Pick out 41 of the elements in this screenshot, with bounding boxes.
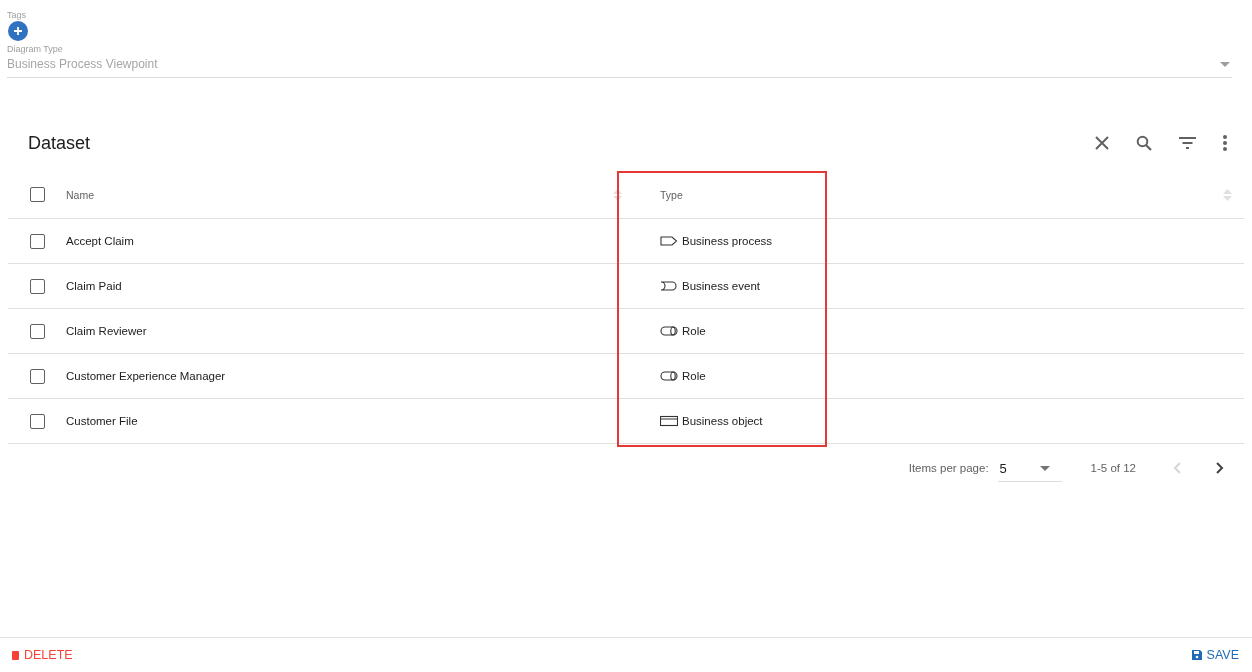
row-checkbox[interactable] <box>29 323 45 339</box>
next-page-icon[interactable] <box>1216 462 1224 474</box>
object-icon <box>660 415 678 427</box>
role-icon <box>660 370 678 382</box>
table-cell: Claim Paid <box>66 280 122 292</box>
row-checkbox[interactable] <box>29 278 45 294</box>
column-header[interactable]: Name <box>66 188 94 201</box>
table-cell: Business object <box>682 415 763 427</box>
event-icon <box>660 280 678 292</box>
save-button[interactable]: SAVE <box>1191 644 1239 666</box>
more-icon[interactable] <box>1223 135 1227 151</box>
table-cell: Role <box>682 325 706 337</box>
dataset-title: Dataset <box>28 132 91 154</box>
role-icon <box>660 325 678 337</box>
table-cell: Accept Claim <box>66 235 134 247</box>
items-per-page-label: Items per page: <box>908 462 989 474</box>
row-checkbox[interactable] <box>29 368 45 384</box>
process-arrow-icon <box>660 235 678 247</box>
caret-icon <box>1220 61 1230 67</box>
plus-icon <box>13 26 23 36</box>
table-cell: Customer Experience Manager <box>66 370 226 382</box>
table-cell: Claim Reviewer <box>66 325 147 337</box>
row-checkbox[interactable] <box>29 413 45 429</box>
page-range: 1-5 of 12 <box>1090 462 1136 474</box>
row-checkbox[interactable] <box>29 233 45 249</box>
close-icon[interactable] <box>1095 136 1109 150</box>
table-cell: Customer File <box>66 415 138 427</box>
select-all-checkbox[interactable] <box>29 187 45 202</box>
sort-icon[interactable] <box>613 187 622 202</box>
filter-icon[interactable] <box>1179 137 1196 149</box>
add-tag-button[interactable] <box>8 21 28 41</box>
search-icon[interactable] <box>1136 135 1152 151</box>
trash-icon <box>12 650 19 660</box>
column-header[interactable]: Type <box>660 188 683 201</box>
caret-icon <box>1039 465 1050 471</box>
table-cell: Business process <box>682 235 773 247</box>
delete-button[interactable]: DELETE <box>12 644 73 666</box>
table-cell: Role <box>682 370 706 382</box>
table-cell: Business event <box>682 280 760 292</box>
page-size-select[interactable]: 5 <box>997 454 1062 482</box>
tags-label: Tags <box>7 10 27 20</box>
